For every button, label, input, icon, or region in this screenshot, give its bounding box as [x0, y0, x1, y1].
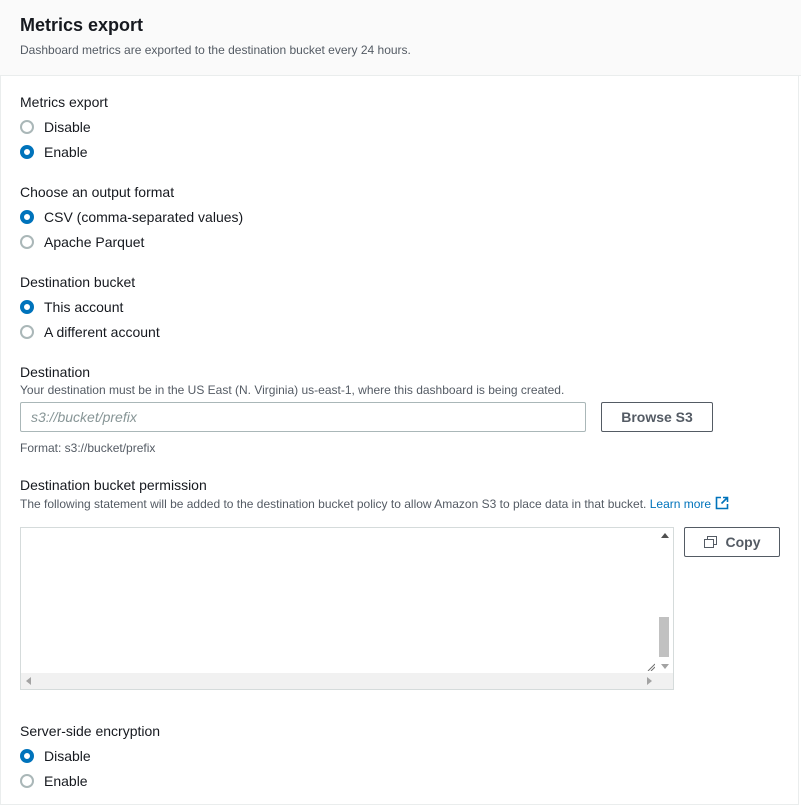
radio-button-checked[interactable] [20, 145, 34, 159]
vertical-scrollbar[interactable] [656, 528, 673, 675]
scroll-left-icon[interactable] [26, 677, 31, 685]
radio-label: Disable [44, 748, 91, 764]
radio-label: Enable [44, 773, 88, 789]
radio-button[interactable] [20, 325, 34, 339]
encryption-enable-radio[interactable]: Enable [20, 771, 88, 791]
encryption-disable-radio[interactable]: Disable [20, 746, 91, 766]
radio-label: Enable [44, 144, 88, 160]
destination-description: Your destination must be in the US East … [20, 383, 565, 397]
destination-label: Destination [20, 364, 91, 380]
radio-button-checked[interactable] [20, 210, 34, 224]
browse-s3-button[interactable]: Browse S3 [601, 402, 713, 432]
output-format-csv-radio[interactable]: CSV (comma-separated values) [20, 207, 243, 227]
radio-button[interactable] [20, 774, 34, 788]
output-format-parquet-radio[interactable]: Apache Parquet [20, 232, 144, 252]
radio-button[interactable] [20, 235, 34, 249]
metrics-export-label: Metrics export [20, 94, 108, 110]
encryption-label: Server-side encryption [20, 723, 161, 739]
permission-description: The following statement will be added to… [20, 496, 729, 511]
radio-button[interactable] [20, 120, 34, 134]
panel-description: Dashboard metrics are exported to the de… [20, 43, 411, 57]
learn-more-text: Learn more [649, 497, 712, 511]
radio-label: Disable [44, 119, 91, 135]
external-link-icon [715, 496, 729, 510]
radio-button-checked[interactable] [20, 300, 34, 314]
permission-label: Destination bucket permission [20, 477, 207, 493]
resize-handle-icon[interactable] [647, 663, 655, 671]
metrics-export-disable-radio[interactable]: Disable [20, 117, 91, 137]
policy-statement-textarea[interactable] [20, 527, 674, 690]
learn-more-link[interactable]: Learn more [649, 496, 729, 511]
destination-different-account-radio[interactable]: A different account [20, 322, 160, 342]
scroll-thumb[interactable] [659, 617, 669, 657]
metrics-export-enable-radio[interactable]: Enable [20, 142, 88, 162]
destination-this-account-radio[interactable]: This account [20, 297, 123, 317]
permission-description-text: The following statement will be added to… [20, 497, 647, 511]
destination-bucket-label: Destination bucket [20, 274, 136, 290]
radio-label: A different account [44, 324, 160, 340]
radio-button-checked[interactable] [20, 749, 34, 763]
radio-label: Apache Parquet [44, 234, 145, 250]
scroll-up-icon[interactable] [661, 533, 669, 538]
output-format-label: Choose an output format [20, 184, 175, 200]
scroll-right-icon[interactable] [647, 677, 652, 685]
destination-input[interactable] [20, 402, 586, 432]
radio-label: This account [44, 299, 124, 315]
horizontal-scrollbar[interactable] [21, 673, 673, 689]
copy-icon [703, 535, 718, 549]
radio-label: CSV (comma-separated values) [44, 209, 244, 225]
panel-title: Metrics export [20, 15, 144, 35]
copy-button-label: Copy [725, 534, 761, 550]
copy-button[interactable]: Copy [684, 527, 780, 557]
scroll-down-icon[interactable] [661, 664, 669, 669]
panel-header: Metrics export Dashboard metrics are exp… [0, 0, 801, 76]
destination-format-hint: Format: s3://bucket/prefix [20, 441, 156, 455]
